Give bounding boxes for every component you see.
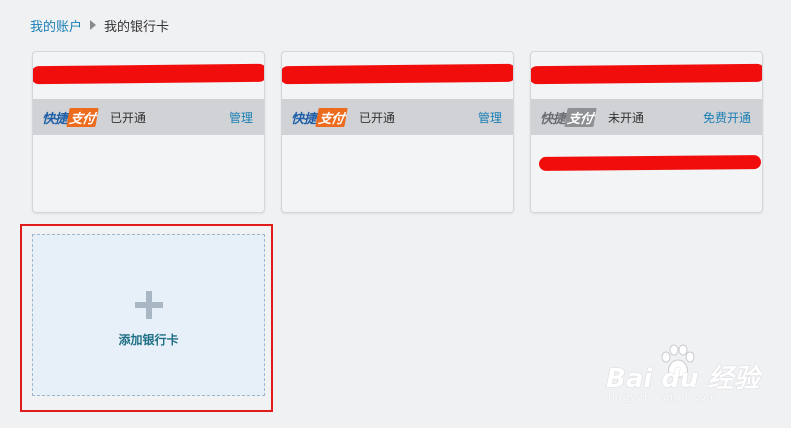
enable-free-link[interactable]: 免费开通 — [703, 109, 751, 126]
bank-card-3: 快捷 支付 未开通 免费开通 — [530, 51, 763, 213]
triangle-right-icon — [90, 20, 97, 30]
bank-card-1: 快捷 支付 已开通 管理 — [32, 51, 265, 213]
quickpay-logo: 快捷 支付 — [291, 107, 348, 127]
baidu-paw-icon — [661, 344, 695, 378]
manage-link[interactable]: 管理 — [478, 109, 502, 126]
quickpay-bar: 快捷 支付 未开通 免费开通 — [531, 99, 762, 135]
plus-icon — [135, 291, 163, 319]
watermark-brand: Bai du 经验 — [606, 364, 760, 394]
add-card-highlight: 添加银行卡 — [20, 224, 273, 412]
quickpay-status: 已开通 — [359, 110, 396, 125]
redacted-bank-name — [282, 63, 513, 85]
watermark-url: jingyan.baidu.com — [608, 392, 718, 403]
redacted-bank-name — [531, 63, 762, 85]
quickpay-status: 未开通 — [608, 110, 645, 125]
quickpay-bar: 快捷 支付 已开通 管理 — [282, 99, 513, 135]
baidu-jingyan-watermark: Bai du 经验 jingyan.baidu.com — [600, 340, 770, 410]
breadcrumb-current: 我的银行卡 — [104, 19, 170, 35]
add-bank-card-label: 添加银行卡 — [118, 333, 179, 347]
redacted-card-number — [538, 155, 762, 171]
redacted-bank-name — [33, 63, 264, 85]
manage-link[interactable]: 管理 — [229, 109, 253, 126]
breadcrumb-my-account-link[interactable]: 我的账户 — [30, 16, 82, 35]
breadcrumb: 我的账户 我的银行卡 — [30, 15, 169, 35]
quickpay-status: 已开通 — [110, 110, 147, 125]
bank-card-2: 快捷 支付 已开通 管理 — [281, 51, 514, 213]
quickpay-bar: 快捷 支付 已开通 管理 — [33, 99, 264, 135]
add-bank-card-button[interactable]: 添加银行卡 — [32, 234, 265, 396]
quickpay-logo: 快捷 支付 — [42, 107, 99, 127]
quickpay-logo: 快捷 支付 — [540, 107, 597, 127]
